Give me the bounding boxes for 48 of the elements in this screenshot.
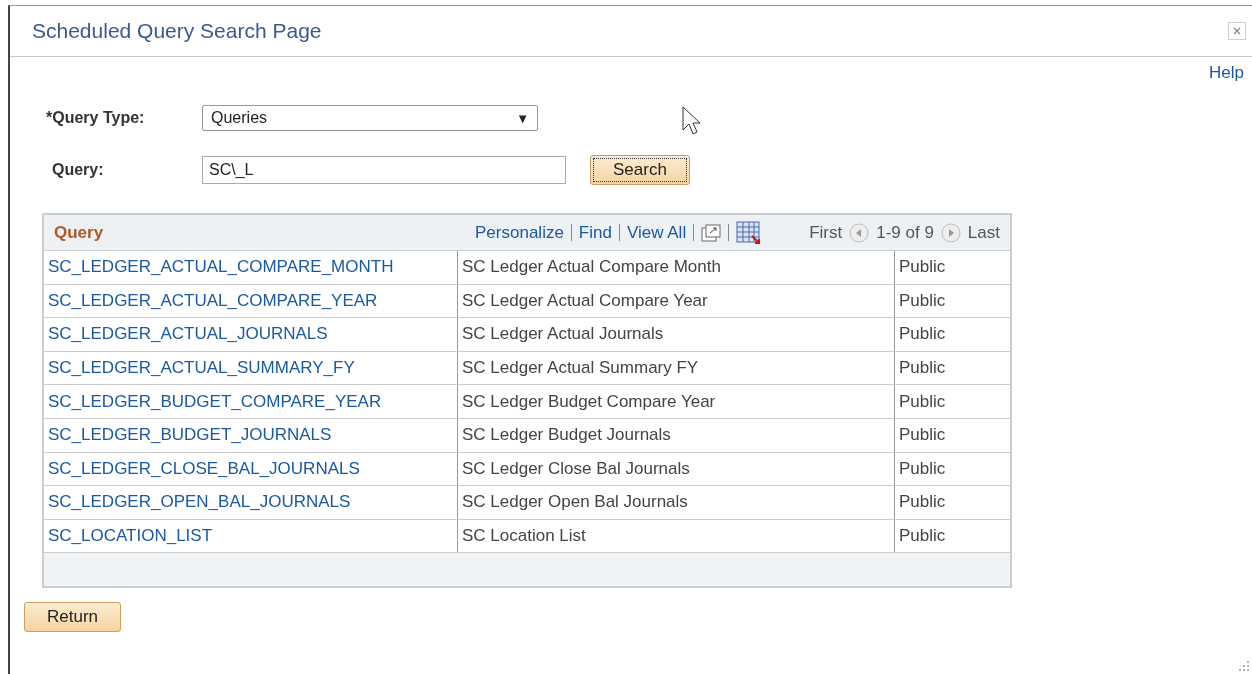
table-cell-text: Public <box>898 256 947 279</box>
table-cell-text: Public <box>898 491 947 514</box>
page-range: 1-9 of 9 <box>876 222 934 243</box>
query-name-link[interactable]: SC_LEDGER_ACTUAL_JOURNALS <box>48 324 328 345</box>
last-label: Last <box>967 222 1000 243</box>
help-link[interactable]: Help <box>1209 63 1244 83</box>
query-name-link[interactable]: SC_LEDGER_CLOSE_BAL_JOURNALS <box>48 458 360 479</box>
spreadsheet-download-icon[interactable] <box>736 220 763 245</box>
new-window-icon[interactable] <box>701 223 722 242</box>
table-cell: SC Ledger Close Bal Journals <box>458 452 895 486</box>
query-name-link[interactable]: SC_LEDGER_ACTUAL_SUMMARY_FY <box>48 358 355 379</box>
query-name-link[interactable]: SC_LOCATION_LIST <box>48 526 213 547</box>
toolbar-link[interactable]: View All <box>626 222 687 243</box>
table-cell-text: Public <box>898 323 947 346</box>
window-title: Scheduled Query Search Page <box>32 19 322 43</box>
query-input-field[interactable]: SC\_L <box>202 156 566 184</box>
table-cell: SC Ledger Actual Compare Year <box>458 284 895 318</box>
query-name-link[interactable]: SC_LEDGER_ACTUAL_COMPARE_YEAR <box>48 290 378 311</box>
resize-grip-icon[interactable] <box>1238 660 1250 672</box>
field-label: *Query Type: <box>46 109 146 127</box>
query-name-link[interactable]: SC_LEDGER_BUDGET_COMPARE_YEAR <box>48 391 382 412</box>
first-label: First <box>809 222 843 243</box>
table-cell-text: Public <box>898 457 947 480</box>
table-cell-text: Public <box>898 289 947 312</box>
table-cell: SC Location List <box>458 519 895 553</box>
query-name-link[interactable]: SC_LEDGER_ACTUAL_COMPARE_MONTH <box>48 257 394 278</box>
close-icon <box>1233 27 1241 35</box>
table-cell: SC Ledger Open Bal Journals <box>458 486 895 519</box>
table-cell-text: Public <box>898 525 947 548</box>
search-button[interactable]: Search <box>590 155 690 185</box>
grid-title: Query <box>54 222 104 243</box>
field-label: Query: <box>52 161 105 179</box>
toolbar-link[interactable]: Find <box>578 222 612 243</box>
table-cell-text: Public <box>898 424 947 447</box>
table-cell-text: Public <box>898 357 947 380</box>
table-cell: SC Ledger Actual Summary FY <box>458 351 895 385</box>
table-cell: SC Ledger Actual Journals <box>458 318 895 351</box>
mouse-pointer-icon <box>682 106 702 136</box>
table-cell: SC Ledger Budget Compare Year <box>458 385 895 418</box>
return-button[interactable]: Return <box>24 602 122 633</box>
query-name-link[interactable]: SC_LEDGER_OPEN_BAL_JOURNALS <box>48 492 351 513</box>
table-cell: SC Ledger Budget Journals <box>458 418 895 452</box>
query-type-dropdown[interactable]: Queries ▼ <box>202 105 538 131</box>
table-cell: SC Ledger Actual Compare Month <box>458 251 895 284</box>
close-button[interactable] <box>1228 22 1246 40</box>
table-cell-text: Public <box>898 390 947 413</box>
query-name-link[interactable]: SC_LEDGER_BUDGET_JOURNALS <box>48 425 332 446</box>
toolbar-link[interactable]: Personalize <box>475 222 564 243</box>
